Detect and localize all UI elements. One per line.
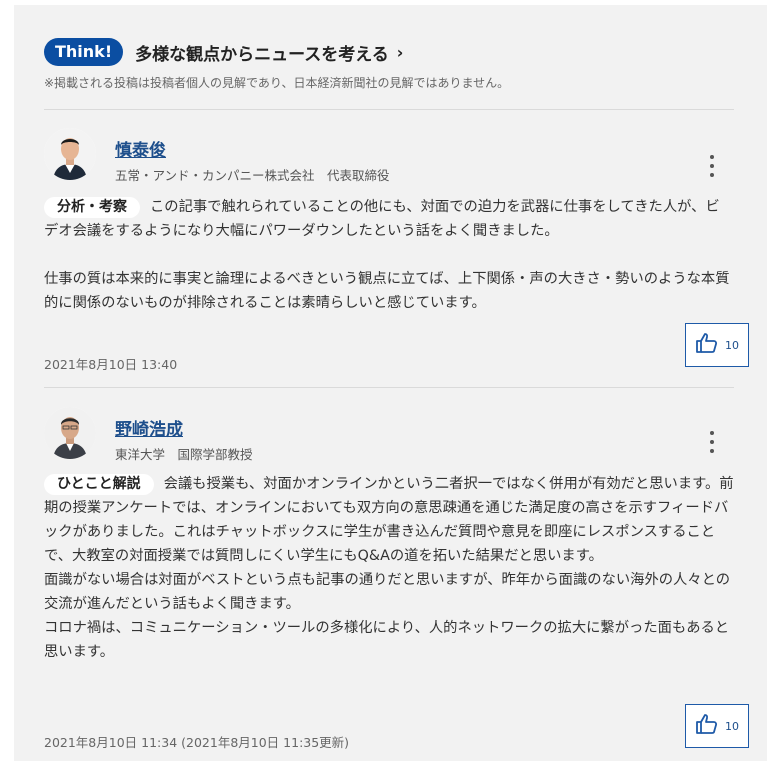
comment-tag: 分析・考察 — [44, 197, 140, 218]
thumbs-up-icon — [695, 331, 719, 359]
comment-paragraph: コロナ禍は、コミュニケーション・ツールの多様化により、人的ネットワークの拡大に繋… — [44, 620, 730, 660]
comment-date: 2021年8月10日 11:34 (2021年8月10日 11:35更新) — [44, 735, 350, 750]
comment-card: 野崎浩成 東洋大学 国際学部教授 ひとこと解説 会議も授業も、対面かオンラインかと… — [44, 407, 749, 757]
think-header-title[interactable]: 多様な観点からニュースを考える — [135, 40, 389, 65]
like-button[interactable]: 10 — [685, 323, 749, 367]
like-button[interactable]: 10 — [685, 704, 749, 748]
comment-paragraph: 仕事の質は本来的に事実と論理によるべきという観点に立てば、上下関係・声の大きさ・… — [44, 271, 730, 311]
comment-date: 2021年8月10日 13:40 — [44, 357, 178, 372]
avatar[interactable] — [44, 128, 96, 180]
thumbs-up-icon — [695, 712, 719, 740]
avatar[interactable] — [44, 407, 96, 459]
think-panel: Think! 多様な観点からニュースを考える › ※掲載される投稿は投稿者個人の… — [14, 5, 767, 761]
comment-tag: ひとこと解説 — [44, 474, 154, 495]
more-options-icon[interactable] — [704, 155, 720, 177]
chevron-right-icon[interactable]: › — [397, 43, 404, 62]
disclaimer-text: ※掲載される投稿は投稿者個人の見解であり、日本経済新聞社の見解ではありません。 — [44, 76, 510, 90]
comment-paragraph: 面識がない場合は対面がベストという点も記事の通りだと思いますが、昨年から面識のな… — [44, 572, 731, 612]
like-count: 10 — [725, 719, 739, 733]
divider — [44, 387, 734, 388]
divider — [44, 109, 734, 110]
comment-body: 分析・考察 この記事で触れられていることの他にも、対面での迫力を武器に仕事をしてき… — [44, 195, 734, 315]
author-title: 五常・アンド・カンパニー株式会社 代表取締役 — [115, 168, 390, 183]
comment-paragraph: この記事で触れられていることの他にも、対面での迫力を武器に仕事をしてきた人が、ビ… — [44, 199, 720, 239]
more-options-icon[interactable] — [704, 431, 720, 453]
think-badge: Think! — [44, 38, 124, 66]
think-header[interactable]: Think! 多様な観点からニュースを考える › — [44, 38, 403, 66]
like-count: 10 — [725, 338, 739, 352]
author-name-link[interactable]: 野崎浩成 — [115, 415, 183, 440]
comment-body: ひとこと解説 会議も授業も、対面かオンラインかという二者択一ではなく併用が有効だと… — [44, 472, 734, 664]
comment-card: 慎泰俊 五常・アンド・カンパニー株式会社 代表取締役 分析・考察 この記事で触れら… — [44, 128, 749, 373]
author-name-link[interactable]: 慎泰俊 — [115, 136, 166, 161]
author-title: 東洋大学 国際学部教授 — [115, 447, 253, 462]
